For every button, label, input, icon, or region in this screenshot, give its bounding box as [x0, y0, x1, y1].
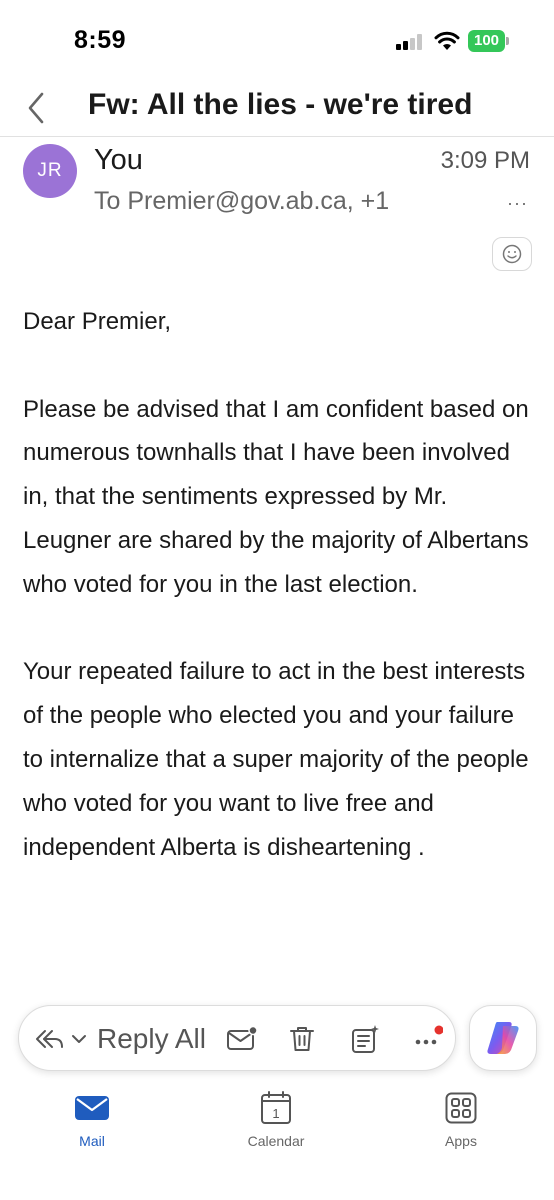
tab-mail[interactable]: Mail	[37, 1090, 147, 1160]
status-bar: 8:59 100	[0, 0, 554, 80]
action-bar: Reply All	[18, 1005, 456, 1071]
reaction-button[interactable]	[492, 237, 532, 271]
trash-icon	[290, 1027, 314, 1051]
email-body: Dear Premier, Please be advised that I a…	[23, 300, 533, 869]
delete-button[interactable]	[285, 1022, 319, 1056]
mail-icon	[75, 1096, 109, 1120]
reply-all-button[interactable]: Reply All	[35, 1020, 206, 1058]
body-paragraph: Dear Premier,	[23, 308, 172, 335]
back-button[interactable]	[20, 88, 52, 128]
tab-calendar[interactable]: 1 Calendar	[221, 1090, 331, 1160]
calendar-day: 1	[272, 1106, 279, 1121]
copilot-button[interactable]	[469, 1005, 537, 1071]
tab-label: Mail	[79, 1133, 105, 1149]
status-time: 8:59	[74, 26, 127, 54]
cellular-signal-icon	[396, 34, 426, 50]
battery-level: 100	[468, 30, 505, 52]
chevron-down-icon[interactable]	[71, 1034, 87, 1044]
apps-icon	[445, 1092, 477, 1124]
tab-label: Apps	[445, 1133, 477, 1149]
avatar[interactable]: JR	[23, 144, 77, 198]
reply-all-label: Reply All	[97, 1023, 206, 1054]
sent-time: 3:09 PM	[440, 147, 530, 174]
smiley-icon	[502, 244, 522, 264]
sender-name[interactable]: You	[94, 144, 143, 177]
summarize-icon	[352, 1025, 379, 1053]
divider	[0, 136, 554, 137]
summarize-button[interactable]	[348, 1022, 382, 1056]
tab-apps[interactable]: Apps	[406, 1090, 516, 1160]
battery-icon: 100	[468, 30, 510, 52]
mark-unread-icon	[227, 1026, 258, 1050]
email-subject: Fw: All the lies - we're tired	[88, 88, 473, 121]
mark-unread-button[interactable]	[225, 1022, 259, 1056]
calendar-icon: 1	[261, 1091, 291, 1124]
chevron-left-icon	[28, 92, 44, 124]
recipients[interactable]: To Premier@gov.ab.ca, +1	[94, 187, 389, 216]
body-paragraph: Your repeated failure to act in the best…	[23, 658, 529, 861]
body-paragraph: Please be advised that I am confident ba…	[23, 395, 529, 598]
copilot-icon	[487, 1022, 519, 1054]
more-icon	[415, 1025, 443, 1045]
wifi-icon	[434, 31, 460, 50]
reply-all-icon	[36, 1030, 63, 1048]
message-more-button[interactable]: ···	[507, 193, 528, 214]
tab-label: Calendar	[247, 1133, 305, 1149]
more-actions-button[interactable]	[411, 1022, 445, 1056]
